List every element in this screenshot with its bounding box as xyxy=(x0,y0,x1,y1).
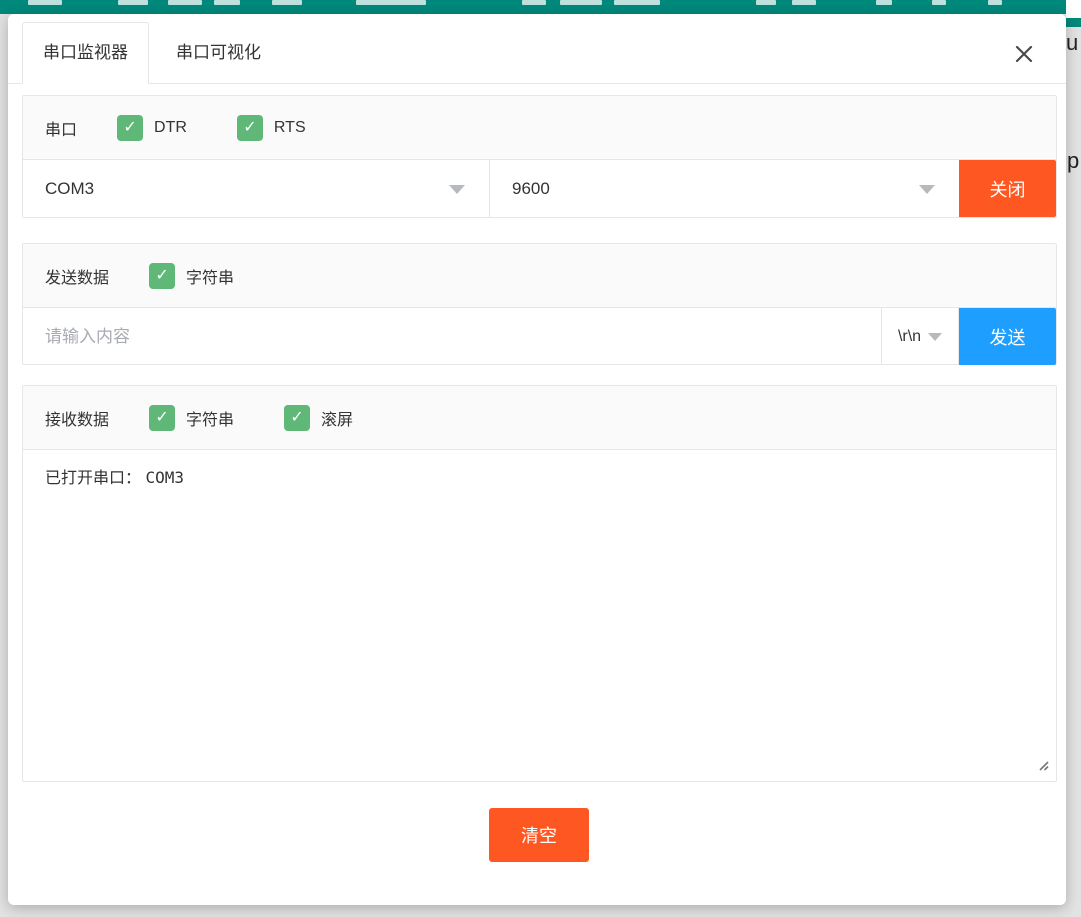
check-icon: ✓ xyxy=(123,119,136,136)
toolbar-text-fragment xyxy=(876,0,892,5)
receive-data-panel: 接收数据 ✓ 字符串 ✓ 滚屏 已打开串口： COM3 xyxy=(22,385,1057,782)
toolbar-text-fragment xyxy=(614,0,660,5)
background-text-fragment: u xyxy=(1066,30,1078,56)
baud-select-value: 9600 xyxy=(512,179,550,199)
background-white-patch xyxy=(1066,0,1081,18)
rts-checkbox[interactable]: ✓ xyxy=(237,115,263,141)
receive-output-prefix: 已打开串口： xyxy=(45,470,141,487)
receive-data-panel-header: 接收数据 ✓ 字符串 ✓ 滚屏 xyxy=(23,386,1056,450)
clear-button[interactable]: 清空 xyxy=(489,808,589,862)
serial-monitor-dialog: 串口监视器 串口可视化 串口 ✓ DTR ✓ RTS COM3 xyxy=(8,14,1066,905)
toolbar-text-fragment xyxy=(214,0,240,5)
background-text-fragment: p xyxy=(1067,148,1079,174)
send-string-checkbox-group: ✓ 字符串 xyxy=(149,263,234,289)
send-button[interactable]: 发送 xyxy=(959,308,1056,365)
check-icon: ✓ xyxy=(290,409,303,426)
resize-handle-icon[interactable] xyxy=(1036,758,1049,776)
receive-string-checkbox-label: 字符串 xyxy=(186,406,234,430)
tab-serial-visualization[interactable]: 串口可视化 xyxy=(168,22,269,84)
send-string-checkbox[interactable]: ✓ xyxy=(149,263,175,289)
send-data-panel-body: \r\n 发送 xyxy=(23,308,1056,365)
send-data-title: 发送数据 xyxy=(45,264,109,288)
receive-string-checkbox-group: ✓ 字符串 xyxy=(149,405,234,431)
autoscroll-checkbox-label: 滚屏 xyxy=(321,406,353,430)
toolbar-text-fragment xyxy=(356,0,426,5)
toolbar-text-fragment xyxy=(756,0,776,5)
toolbar-text-fragment xyxy=(168,0,202,5)
serial-port-panel-header: 串口 ✓ DTR ✓ RTS xyxy=(23,96,1056,160)
dtr-checkbox-label: DTR xyxy=(154,119,187,137)
dtr-checkbox-group: ✓ DTR xyxy=(117,115,187,141)
page-background-strip xyxy=(1066,0,1081,917)
tab-serial-monitor[interactable]: 串口监视器 xyxy=(22,22,149,84)
toolbar-text-fragment xyxy=(560,0,602,5)
line-ending-select[interactable]: \r\n xyxy=(881,308,959,365)
tabbar-divider xyxy=(8,83,1066,84)
receive-output-value: COM3 xyxy=(145,468,184,487)
receive-string-checkbox[interactable]: ✓ xyxy=(149,405,175,431)
port-select-value: COM3 xyxy=(45,179,94,199)
autoscroll-checkbox[interactable]: ✓ xyxy=(284,405,310,431)
rts-checkbox-label: RTS xyxy=(274,119,306,137)
toolbar-text-fragment xyxy=(522,0,546,5)
receive-output-textarea[interactable]: 已打开串口： COM3 xyxy=(23,450,1056,781)
toolbar-text-fragment xyxy=(932,0,946,5)
background-toolbar-edge xyxy=(1066,18,1081,27)
toolbar-text-fragment xyxy=(272,0,302,5)
toolbar-text-fragment xyxy=(118,0,148,5)
send-data-panel-header: 发送数据 ✓ 字符串 xyxy=(23,244,1056,308)
close-icon[interactable] xyxy=(1012,42,1036,66)
baud-select[interactable]: 9600 xyxy=(490,160,959,217)
autoscroll-checkbox-group: ✓ 滚屏 xyxy=(284,405,353,431)
toolbar-text-fragment xyxy=(792,0,816,5)
receive-data-title: 接收数据 xyxy=(45,406,109,430)
line-ending-value: \r\n xyxy=(898,328,921,346)
dtr-checkbox[interactable]: ✓ xyxy=(117,115,143,141)
rts-checkbox-group: ✓ RTS xyxy=(237,115,306,141)
serial-port-title: 串口 xyxy=(45,116,77,140)
chevron-down-icon xyxy=(928,333,942,341)
serial-port-panel-body: COM3 9600 关闭 xyxy=(23,160,1056,217)
check-icon: ✓ xyxy=(243,119,256,136)
send-string-checkbox-label: 字符串 xyxy=(186,264,234,288)
toolbar-text-fragment xyxy=(28,0,62,5)
check-icon: ✓ xyxy=(155,267,168,284)
chevron-down-icon xyxy=(449,185,465,194)
toolbar-text-fragment xyxy=(988,0,1002,5)
send-input-cell xyxy=(23,308,881,365)
serial-port-panel: 串口 ✓ DTR ✓ RTS COM3 9600 xyxy=(22,95,1057,218)
send-input[interactable] xyxy=(23,308,881,365)
close-port-button[interactable]: 关闭 xyxy=(959,160,1056,217)
app-toolbar-background xyxy=(0,0,1066,14)
chevron-down-icon xyxy=(919,185,935,194)
check-icon: ✓ xyxy=(155,409,168,426)
send-data-panel: 发送数据 ✓ 字符串 \r\n 发送 xyxy=(22,243,1057,365)
port-select[interactable]: COM3 xyxy=(23,160,490,217)
